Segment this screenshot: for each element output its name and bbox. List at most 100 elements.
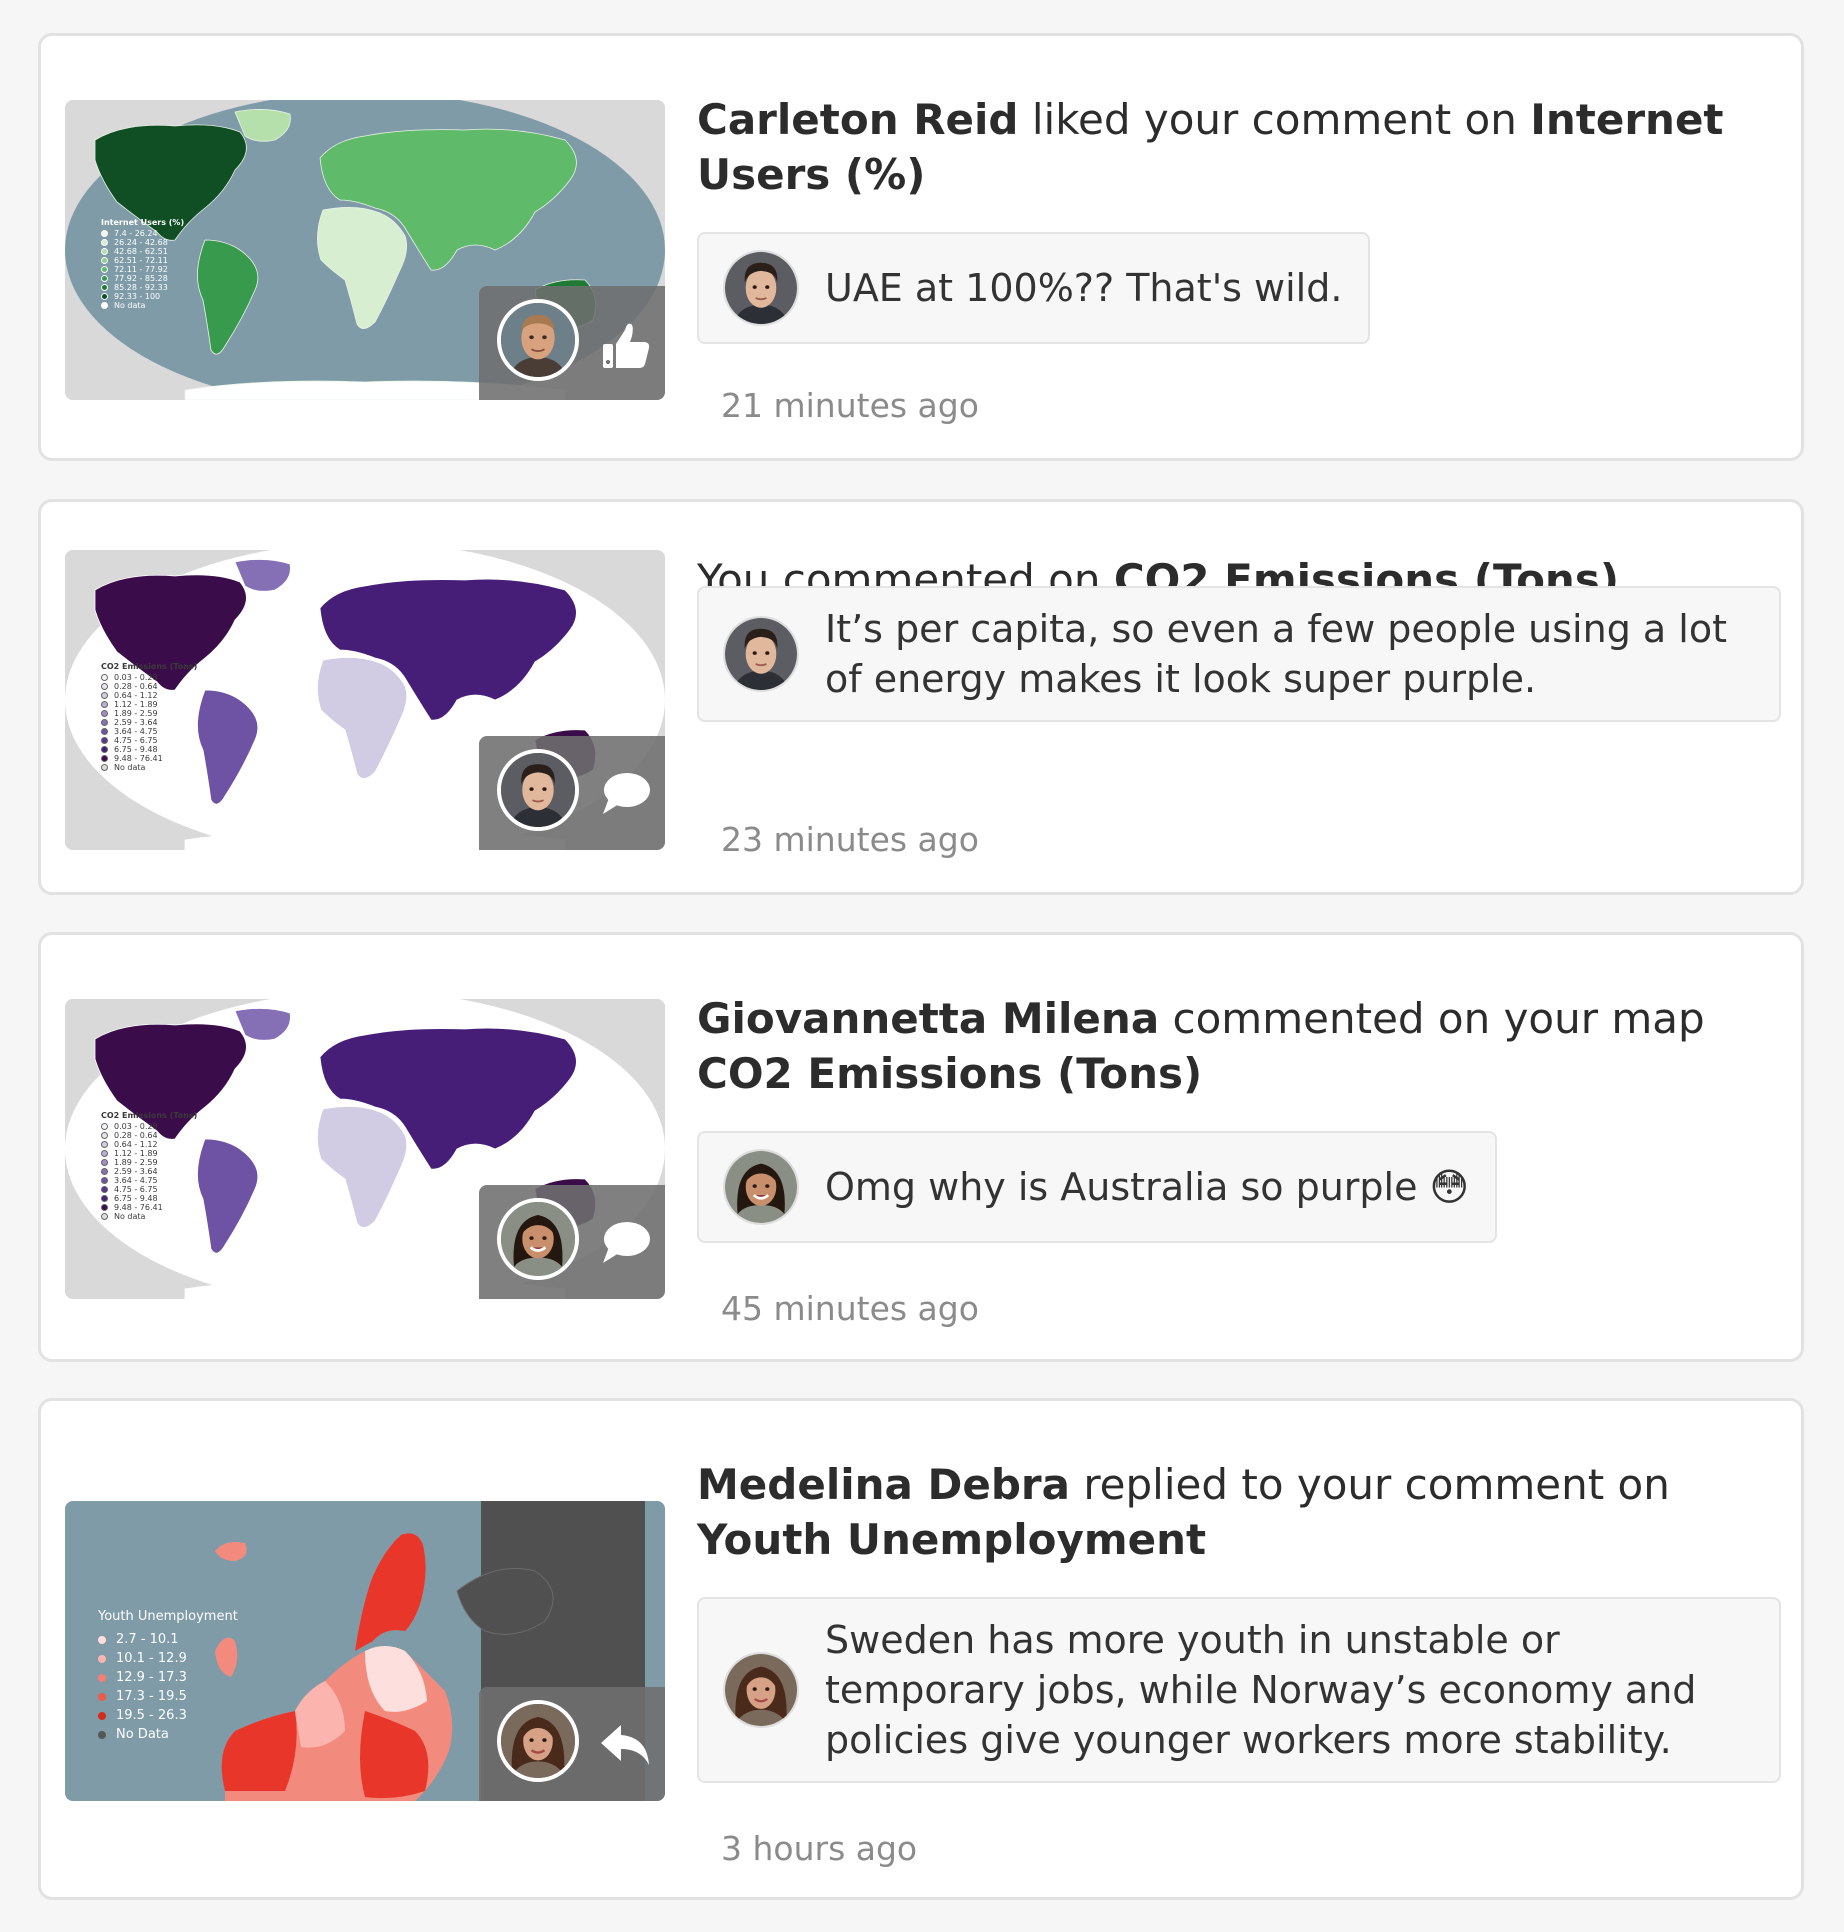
legend-label: 1.12 - 1.89 [114, 1149, 158, 1158]
legend-item: 7.4 - 26.24 [101, 229, 184, 238]
legend-label: No data [114, 301, 146, 310]
legend-label: 1.12 - 1.89 [114, 700, 158, 709]
map-thumbnail[interactable]: CO2 Emissions (Tons) 0.03 - 0.28 0.28 - 0… [65, 999, 665, 1299]
speech-bubble-icon [597, 766, 653, 822]
legend-label: 85.28 - 92.33 [114, 283, 168, 292]
legend-item: 62.51 - 72.11 [101, 256, 184, 265]
legend-item: 92.33 - 100 [101, 292, 184, 301]
legend-item: 9.48 - 76.41 [101, 754, 197, 763]
legend-label: 26.24 - 42.68 [114, 238, 168, 247]
legend-item: 0.28 - 0.64 [101, 682, 197, 691]
actor-name[interactable]: Giovannetta Milena [697, 994, 1159, 1043]
legend-label: 72.11 - 77.92 [114, 265, 168, 274]
legend-label: 0.03 - 0.28 [114, 673, 158, 682]
map-legend: Internet Users (%) 7.4 - 26.24 26.24 - 42… [101, 218, 184, 310]
legend-item: 0.28 - 0.64 [101, 1131, 197, 1140]
map-link[interactable]: Youth Unemployment [697, 1515, 1206, 1564]
speech-bubble-icon [597, 1215, 653, 1271]
notification-card[interactable]: Internet Users (%) 7.4 - 26.24 26.24 - 42… [38, 33, 1804, 461]
actor-avatar[interactable] [497, 1198, 579, 1280]
timestamp: 45 minutes ago [721, 1289, 979, 1328]
comment-bubble[interactable]: It’s per capita, so even a few people us… [697, 586, 1781, 722]
comment-bubble[interactable]: Omg why is Australia so purple 😳 [697, 1131, 1498, 1243]
notification-card[interactable]: CO2 Emissions (Tons) 0.03 - 0.28 0.28 - 0… [38, 932, 1804, 1362]
legend-title: Internet Users (%) [101, 218, 185, 227]
legend-item: 42.68 - 62.51 [101, 247, 184, 256]
actor-avatar[interactable] [497, 1700, 579, 1782]
map-legend: Youth Unemployment 2.7 - 10.1 10.1 - 12.9… [98, 1607, 238, 1744]
legend-item: No data [101, 1212, 197, 1221]
legend-label: 3.64 - 4.75 [114, 727, 158, 736]
comment-text: Omg why is Australia so purple 😳 [825, 1165, 1470, 1209]
legend-label: 1.89 - 2.59 [114, 1158, 158, 1167]
legend-item: 2.59 - 3.64 [101, 1167, 197, 1176]
timestamp: 21 minutes ago [721, 386, 979, 425]
actor-name[interactable]: Carleton Reid [697, 95, 1019, 144]
legend-item: 72.11 - 77.92 [101, 265, 184, 274]
map-thumbnail[interactable]: Youth Unemployment 2.7 - 10.1 10.1 - 12.9… [65, 1501, 665, 1801]
legend-item: 17.3 - 19.5 [98, 1687, 238, 1706]
map-thumbnail[interactable]: CO2 Emissions (Tons) 0.03 - 0.28 0.28 - 0… [65, 550, 665, 850]
legend-label: 2.7 - 10.1 [116, 1632, 179, 1647]
legend-label: 92.33 - 100 [114, 292, 161, 301]
legend-label: 42.68 - 62.51 [114, 247, 168, 256]
legend-title: Youth Unemployment [98, 1609, 238, 1624]
legend-label: 19.5 - 26.3 [116, 1708, 187, 1723]
legend-label: 4.75 - 6.75 [114, 1185, 158, 1194]
legend-label: 0.64 - 1.12 [114, 1140, 158, 1149]
commenter-avatar [723, 616, 799, 692]
legend-item: 2.7 - 10.1 [98, 1630, 238, 1649]
legend-item: No Data [98, 1725, 238, 1744]
actor-avatar[interactable] [497, 749, 579, 831]
legend-item: 77.92 - 85.28 [101, 274, 184, 283]
legend-label: 6.75 - 9.48 [114, 1194, 158, 1203]
legend-label: 0.28 - 0.64 [114, 682, 158, 691]
legend-item: 1.89 - 2.59 [101, 1158, 197, 1167]
comment-bubble[interactable]: UAE at 100%?? That's wild. [697, 232, 1371, 344]
legend-label: 3.64 - 4.75 [114, 1176, 158, 1185]
legend-item: 1.89 - 2.59 [101, 709, 197, 718]
notification-verb: liked your comment on [1018, 95, 1531, 144]
map-legend: CO2 Emissions (Tons) 0.03 - 0.28 0.28 - 0… [101, 1111, 197, 1221]
comment-text: UAE at 100%?? That's wild. [825, 266, 1343, 310]
activity-badge [479, 286, 665, 400]
legend-item: 0.64 - 1.12 [101, 691, 197, 700]
legend-item: No data [101, 301, 184, 310]
timestamp: 23 minutes ago [721, 820, 979, 859]
legend-label: 17.3 - 19.5 [116, 1689, 187, 1704]
legend-label: 12.9 - 17.3 [116, 1670, 187, 1685]
comment-text: Sweden has more youth in unstable or tem… [825, 1618, 1697, 1762]
legend-item: 9.48 - 76.41 [101, 1203, 197, 1212]
comment-text: It’s per capita, so even a few people us… [825, 607, 1727, 701]
legend-item: 4.75 - 6.75 [101, 1185, 197, 1194]
legend-item: 0.03 - 0.28 [101, 673, 197, 682]
actor-avatar[interactable] [497, 299, 579, 381]
legend-label: No Data [116, 1727, 169, 1742]
legend-item: 0.64 - 1.12 [101, 1140, 197, 1149]
map-thumbnail[interactable]: Internet Users (%) 7.4 - 26.24 26.24 - 42… [65, 100, 665, 400]
actor-name[interactable]: Medelina Debra [697, 1460, 1070, 1509]
legend-item: 6.75 - 9.48 [101, 745, 197, 754]
legend-title: CO2 Emissions (Tons) [101, 1111, 198, 1120]
commenter-avatar [723, 1652, 799, 1728]
comment-bubble[interactable]: Sweden has more youth in unstable or tem… [697, 1597, 1781, 1783]
legend-item: 10.1 - 12.9 [98, 1649, 238, 1668]
legend-item: 19.5 - 26.3 [98, 1706, 238, 1725]
legend-item: 3.64 - 4.75 [101, 727, 197, 736]
legend-label: 6.75 - 9.48 [114, 745, 158, 754]
map-link[interactable]: CO2 Emissions (Tons) [697, 1049, 1202, 1098]
legend-label: 2.59 - 3.64 [114, 1167, 158, 1176]
notification-card[interactable]: Youth Unemployment 2.7 - 10.1 10.1 - 12.9… [38, 1398, 1804, 1900]
legend-item: 1.12 - 1.89 [101, 1149, 197, 1158]
notification-headline: Giovannetta Milena commented on your map… [697, 991, 1777, 1101]
reply-arrow-icon [597, 1717, 653, 1773]
notification-card[interactable]: CO2 Emissions (Tons) 0.03 - 0.28 0.28 - 0… [38, 499, 1804, 895]
commenter-avatar [723, 250, 799, 326]
legend-label: 2.59 - 3.64 [114, 718, 158, 727]
legend-label: 1.89 - 2.59 [114, 709, 158, 718]
legend-item: 6.75 - 9.48 [101, 1194, 197, 1203]
legend-label: 10.1 - 12.9 [116, 1651, 187, 1666]
legend-item: 1.12 - 1.89 [101, 700, 197, 709]
legend-label: 0.28 - 0.64 [114, 1131, 158, 1140]
commenter-avatar [723, 1149, 799, 1225]
